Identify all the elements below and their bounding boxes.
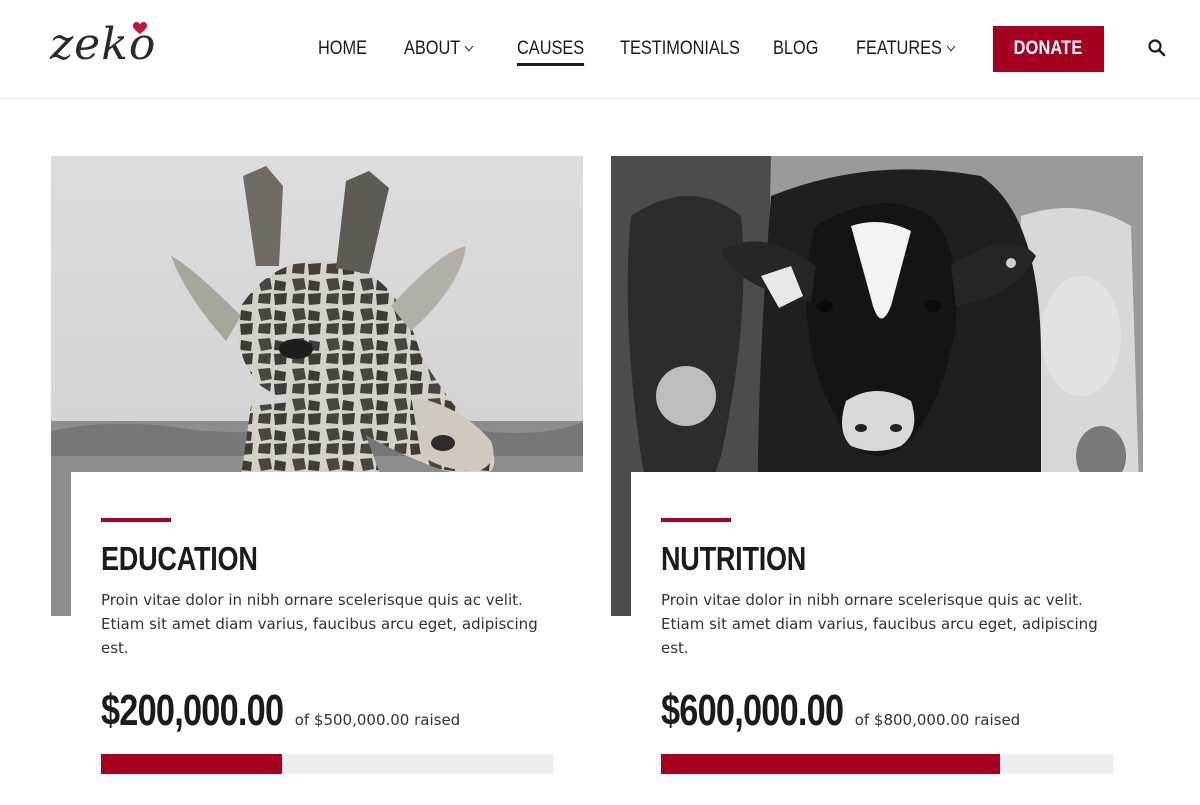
nav-label: Causes: [517, 38, 585, 59]
cause-card[interactable]: Nutrition Proin vitae dolor in nibh orna…: [611, 156, 1143, 805]
nav-label: About: [404, 38, 461, 59]
nav-label: Testimonials: [620, 38, 740, 59]
cause-description: Proin vitae dolor in nibh ornare sceleri…: [661, 591, 1098, 657]
heart-icon: [133, 22, 147, 34]
nav-features[interactable]: Features: [856, 26, 956, 72]
cause-description: Proin vitae dolor in nibh ornare sceleri…: [101, 591, 538, 657]
cause-card[interactable]: Education Proin vitae dolor in nibh orna…: [51, 156, 583, 805]
accent-line: [661, 518, 731, 522]
donate-button[interactable]: Donate: [993, 26, 1104, 72]
nav-blog[interactable]: Blog: [773, 26, 818, 72]
cause-title[interactable]: Nutrition: [661, 540, 1032, 578]
search-icon[interactable]: [1147, 38, 1167, 58]
fundraising-summary: $600,000.00 of $800,000.00 raised: [661, 686, 1113, 736]
chevron-down-icon: [946, 41, 956, 52]
fundraising-summary: $200,000.00 of $500,000.00 raised: [101, 686, 553, 736]
raised-amount: $600,000.00: [661, 686, 844, 735]
nav-label: Features: [856, 38, 942, 59]
nav-testimonials[interactable]: Testimonials: [620, 26, 740, 72]
nav-label: Home: [318, 38, 368, 59]
site-header: zeko Home About Causes Testimonials Blog…: [0, 0, 1200, 99]
cause-details: Nutrition Proin vitae dolor in nibh orna…: [631, 472, 1143, 805]
goal-text: of $800,000.00 raised: [854, 711, 1021, 729]
cause-title[interactable]: Education: [101, 540, 472, 578]
nav-label: Blog: [773, 38, 819, 59]
accent-line: [101, 518, 171, 522]
progress-bar: [661, 754, 1113, 774]
nav-causes[interactable]: Causes: [517, 26, 585, 72]
progress-fill: [101, 754, 282, 774]
progress-bar: [101, 754, 553, 774]
cause-details: Education Proin vitae dolor in nibh orna…: [71, 472, 583, 805]
chevron-down-icon: [465, 41, 474, 52]
progress-fill: [661, 754, 1000, 774]
nav-about[interactable]: About: [404, 26, 474, 72]
raised-amount: $200,000.00: [101, 686, 284, 735]
site-logo[interactable]: zeko: [50, 14, 156, 74]
nav-home[interactable]: Home: [318, 26, 367, 72]
donate-label: Donate: [1014, 38, 1083, 59]
goal-text: of $500,000.00 raised: [294, 711, 461, 729]
